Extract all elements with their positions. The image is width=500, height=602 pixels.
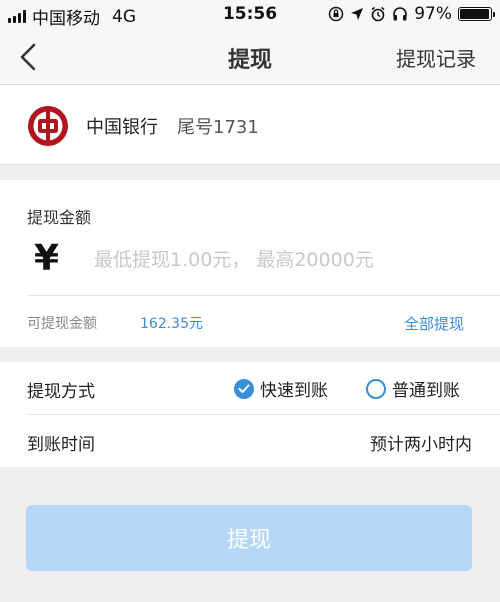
divider — [27, 414, 500, 415]
method-section: 提现方式 快速到账 普通到账 到账时间 预计两小时内 — [0, 362, 500, 467]
available-amount-value: 162.35元 — [140, 316, 203, 332]
back-button[interactable] — [14, 40, 44, 74]
bank-name: 中国银行 — [86, 117, 158, 138]
chevron-left-icon — [20, 43, 36, 71]
withdraw-method-label: 提现方式 — [27, 382, 95, 402]
radio-checked-icon — [234, 378, 254, 399]
arrival-time-label: 到账时间 — [27, 435, 95, 455]
amount-input[interactable] — [94, 244, 474, 276]
arrival-time-value: 预计两小时内 — [370, 435, 472, 455]
alarm-icon — [371, 6, 385, 22]
checkmark-icon — [238, 384, 250, 393]
available-amount-label: 可提现金额 — [27, 316, 97, 332]
rotation-lock-icon — [328, 6, 344, 22]
bank-card-row[interactable]: 中国银行 尾号1731 — [0, 85, 500, 165]
nav-bar: 提现 提现记录 — [0, 30, 500, 85]
withdraw-history-link[interactable]: 提现记录 — [396, 43, 476, 72]
normal-arrival-label: 普通到账 — [392, 381, 460, 401]
battery-icon — [458, 7, 495, 21]
location-icon — [351, 8, 364, 20]
battery-level — [460, 9, 490, 19]
amount-label: 提现金额 — [27, 208, 92, 227]
status-right: 97% — [328, 4, 495, 24]
headphones-icon — [393, 7, 408, 21]
bank-of-china-logo — [28, 106, 68, 146]
fast-arrival-label: 快速到账 — [260, 381, 328, 401]
withdraw-submit-button[interactable]: 提现 — [26, 505, 472, 571]
card-tail-number: 尾号1731 — [177, 117, 259, 138]
withdraw-all-link[interactable]: 全部提现 — [404, 313, 464, 334]
amount-section: 提现金额 ¥ 可提现金额 162.35元 全部提现 — [0, 180, 500, 347]
status-bar: 中国移动 4G 15:56 97% — [0, 0, 500, 30]
currency-symbol: ¥ — [34, 238, 60, 279]
radio-unchecked-icon — [366, 378, 386, 399]
divider — [27, 295, 500, 296]
fast-arrival-option[interactable]: 快速到账 — [234, 376, 328, 401]
normal-arrival-option[interactable]: 普通到账 — [366, 376, 460, 401]
battery-percent: 97% — [414, 4, 452, 24]
